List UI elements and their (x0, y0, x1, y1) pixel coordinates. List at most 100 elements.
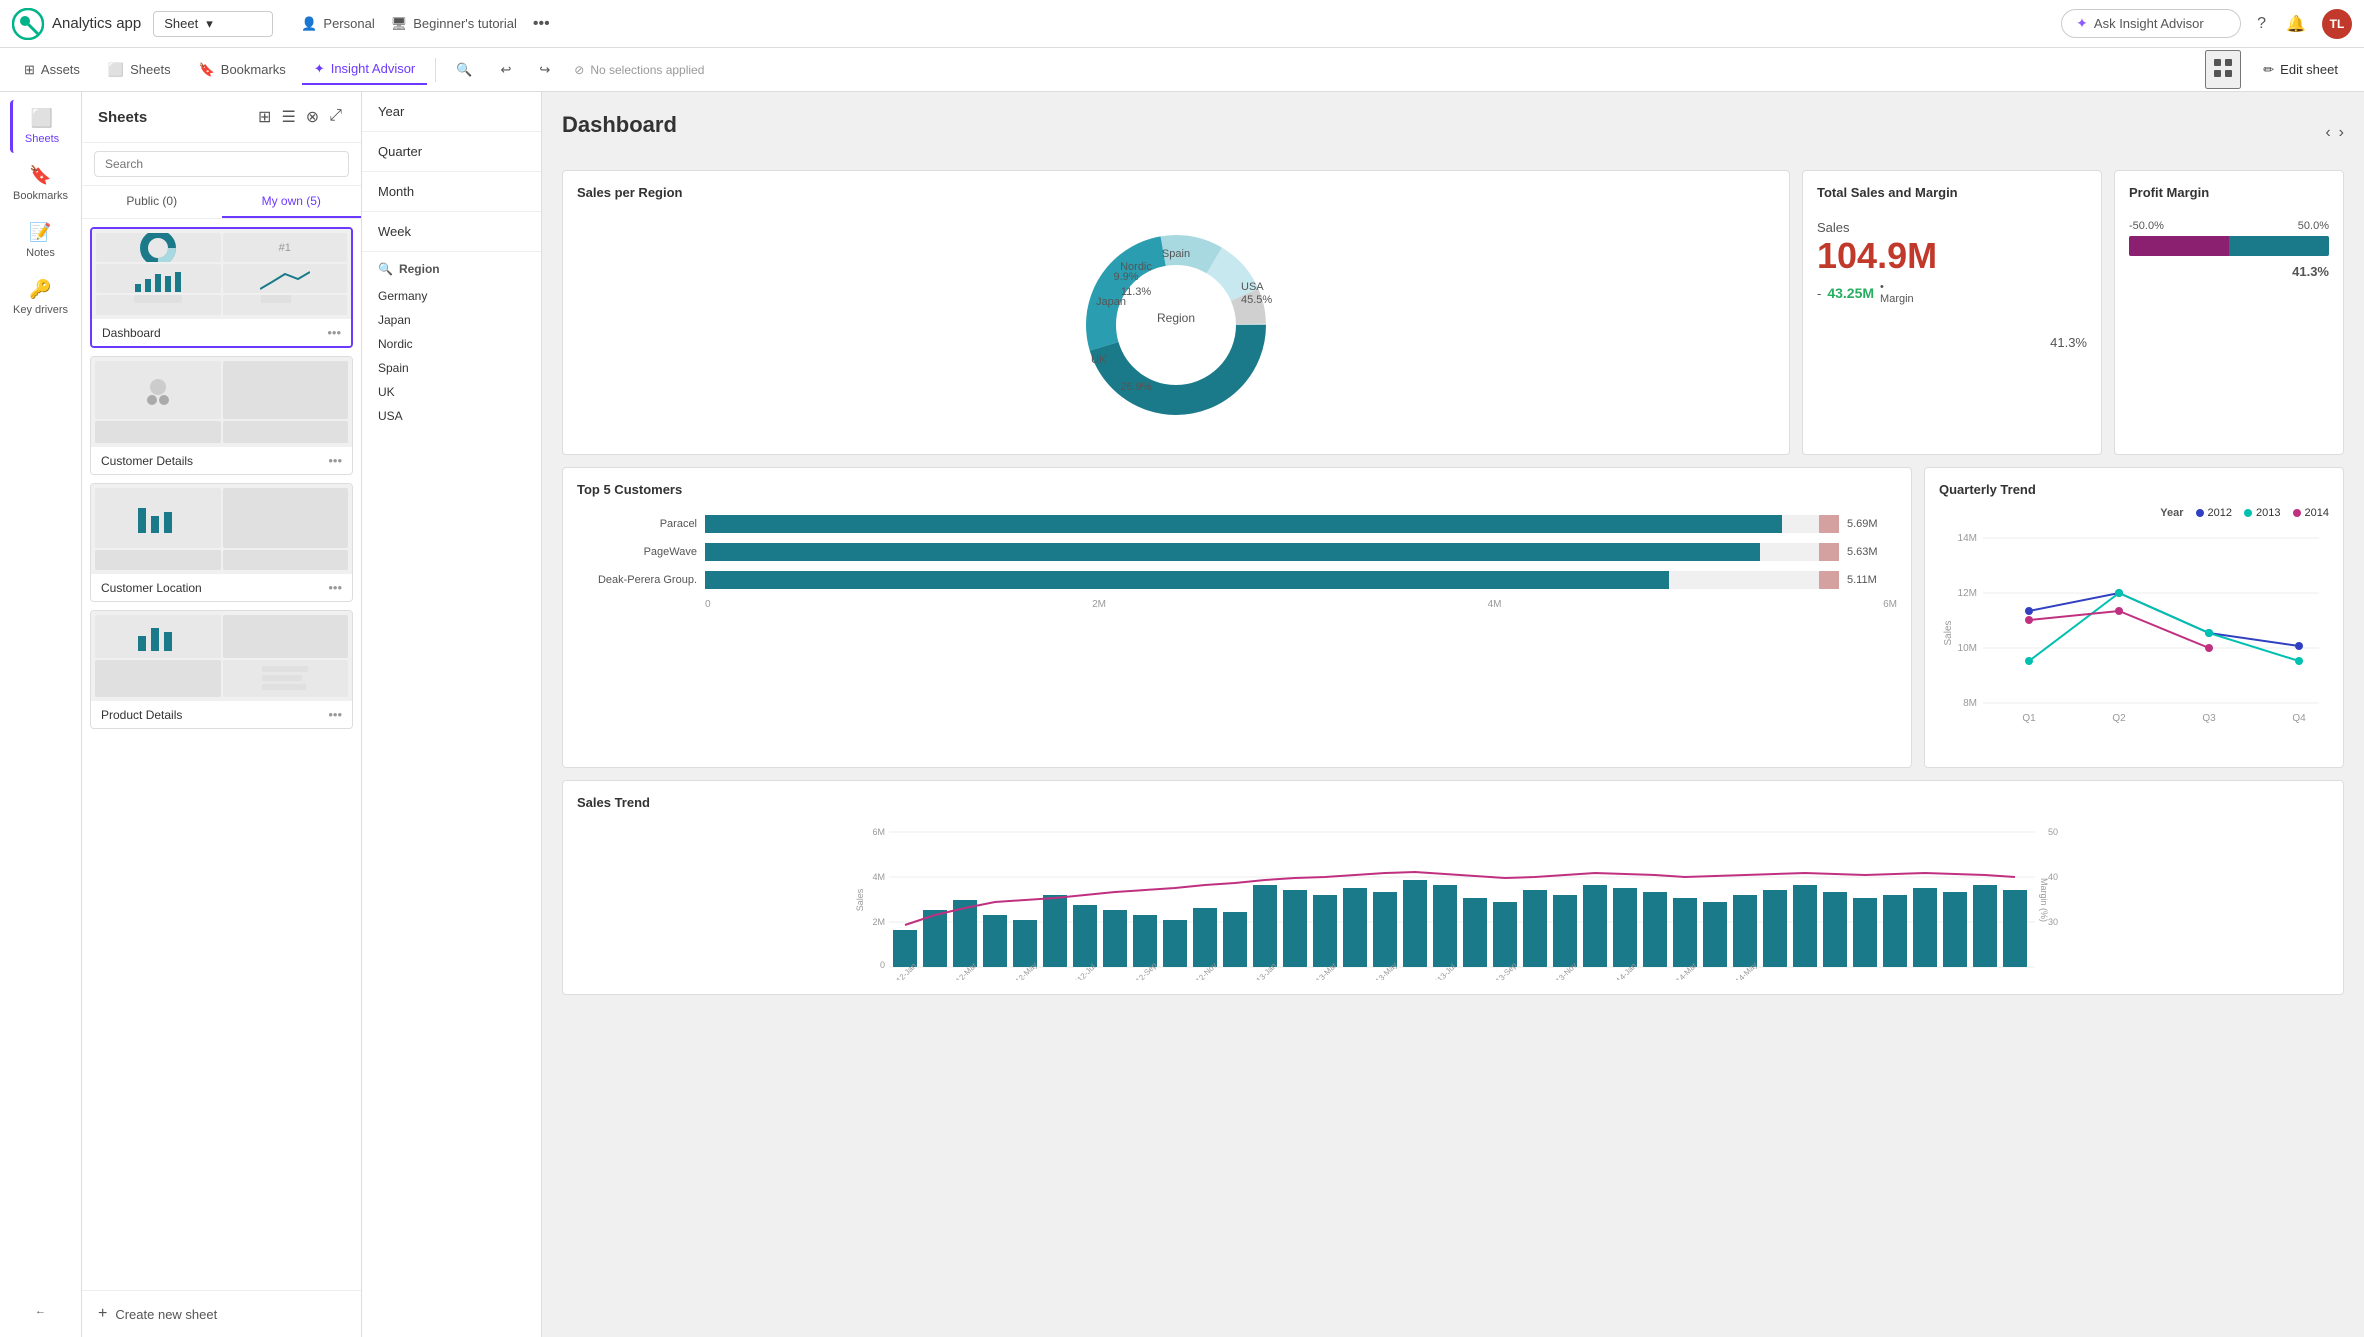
sheet-thumbnail-customer-location (91, 484, 352, 574)
edit-sheet-button[interactable]: ✏ Edit sheet (2249, 56, 2352, 84)
avatar[interactable]: TL (2322, 9, 2352, 39)
sheet-card-footer-cl: Customer Location ••• (91, 574, 352, 601)
sheet-thumbnail-product-details (91, 611, 352, 701)
sales-value: 104.9M (1817, 235, 2087, 277)
svg-text:10M: 10M (1958, 643, 1977, 654)
smart-search-button[interactable]: 🔍 (444, 56, 484, 84)
more-options-icon[interactable]: ••• (533, 15, 550, 33)
forward-button[interactable]: ↪ (527, 56, 562, 84)
tab-my-own[interactable]: My own (5) (222, 186, 362, 218)
sheet-card-customer-location[interactable]: Customer Location ••• (90, 483, 353, 602)
svg-text:2M: 2M (872, 917, 885, 927)
bar-row-pagewave: PageWave 5.63M (577, 543, 1897, 561)
assets-button[interactable]: ⊞ Assets (12, 56, 92, 84)
filter-uk[interactable]: UK (378, 380, 525, 404)
grid-icon (2213, 58, 2233, 78)
main-layout: ⬜ Sheets 🔖 Bookmarks 📝 Notes 🔑 Key drive… (0, 92, 2364, 1337)
sheet-card-product-details[interactable]: Product Details ••• (90, 610, 353, 729)
filter-month[interactable]: Month (362, 172, 541, 212)
widget-top5-customers: Top 5 Customers Paracel 5.69M PageWave (562, 467, 1912, 768)
content-area: Dashboard ‹ › Sales per Region (542, 92, 2364, 1337)
sheet-more-pd[interactable]: ••• (328, 707, 342, 722)
notification-icon[interactable]: 🔔 (2282, 10, 2310, 38)
mini-cell-cl-3 (95, 550, 221, 570)
filter-usa[interactable]: USA (378, 404, 525, 428)
no-selections-icon: ⊘ (574, 63, 584, 77)
svg-text:Q1: Q1 (2022, 713, 2036, 724)
sheet-more-cd[interactable]: ••• (328, 453, 342, 468)
margin-value-display: 41.3% (2129, 264, 2329, 279)
back-button[interactable]: ↩ (488, 56, 523, 84)
sheet-name-pd: Product Details (101, 708, 182, 722)
prev-page-arrow[interactable]: ‹ (2325, 124, 2330, 142)
sheet-card-footer-dashboard: Dashboard ••• (92, 319, 351, 346)
insight-advisor-button[interactable]: ✦ Insight Advisor (302, 55, 427, 85)
sheet-more-cl[interactable]: ••• (328, 580, 342, 595)
svg-text:Region: Region (1157, 311, 1195, 325)
nav-bookmarks[interactable]: 🔖 Bookmarks (1, 157, 80, 210)
bookmarks-nav-icon: 🔖 (29, 165, 51, 186)
filter-japan[interactable]: Japan (378, 308, 525, 332)
grid-view-button[interactable] (2205, 50, 2241, 89)
filter-spain[interactable]: Spain (378, 356, 525, 380)
filter-week[interactable]: Week (362, 212, 541, 252)
sheet-card-dashboard[interactable]: #1 (90, 227, 353, 348)
nav-key-drivers[interactable]: 🔑 Key drivers (1, 271, 80, 324)
expand-icon[interactable]: ⤢ (326, 104, 345, 130)
ask-insight-advisor-button[interactable]: ✦ Ask Insight Advisor (2061, 9, 2241, 38)
sales-trend-chart: 6M 4M 2M 0 Sales 50 40 30 Margin (%) (577, 820, 2329, 980)
margin-dot: • (1880, 281, 1914, 293)
x-label-6m: 6M (1883, 599, 1897, 610)
forward-icon: ↪ (539, 62, 550, 78)
margin-fill-positive (2229, 236, 2329, 256)
tab-public[interactable]: Public (0) (82, 186, 222, 218)
person-icon: 👤 (301, 16, 317, 32)
help-icon[interactable]: ? (2253, 11, 2270, 37)
sheets-list: #1 (82, 219, 361, 1290)
personal-nav[interactable]: 👤 Personal (301, 16, 375, 32)
sheet-selector[interactable]: Sheet ▾ (153, 11, 273, 37)
bar-x-labels: 0 2M 4M 6M (577, 599, 1897, 610)
filter-icon[interactable]: ⊗ (303, 104, 322, 130)
list-view-icon[interactable]: ☰ (278, 104, 298, 130)
mini-chart-1 (96, 233, 221, 262)
insight-icon: ✦ (314, 61, 325, 77)
mini-cell-pd-3 (95, 660, 221, 698)
quarterly-trend-title: Quarterly Trend (1939, 482, 2329, 497)
mini-chart-2: #1 (223, 233, 348, 262)
sheet-card-customer-details[interactable]: Customer Details ••• (90, 356, 353, 475)
filter-nordic[interactable]: Nordic (378, 332, 525, 356)
filter-year[interactable]: Year (362, 92, 541, 132)
mini-chart-pd-4 (223, 660, 349, 698)
sheet-more-dashboard[interactable]: ••• (327, 325, 341, 340)
search-icon: 🔍 (378, 262, 393, 276)
mini-cell-cd-4 (223, 421, 349, 444)
toolbar: ⊞ Assets ⬜ Sheets 🔖 Bookmarks ✦ Insight … (0, 48, 2364, 92)
legend-2012: 2012 (2196, 507, 2232, 519)
legend-dot-2012 (2196, 509, 2204, 517)
sheets-button[interactable]: ⬜ Sheets (96, 56, 183, 84)
margin-value: 43.25M (1827, 285, 1874, 301)
tutorial-nav[interactable]: 🖥 Beginner's tutorial (391, 16, 517, 32)
filter-germany[interactable]: Germany (378, 284, 525, 308)
svg-text:9.9%: 9.9% (1113, 271, 1138, 283)
nav-collapse[interactable]: ← (23, 1297, 58, 1325)
sheets-search-input[interactable] (94, 151, 349, 177)
no-selections-indicator: ⊘ No selections applied (574, 63, 704, 77)
create-sheet-button[interactable]: + Create new sheet (82, 1290, 361, 1337)
mini-cell-pd-2 (223, 615, 349, 658)
grid-view-icon[interactable]: ⊞ (255, 104, 274, 130)
sheets-icon: ⬜ (108, 62, 124, 78)
nav-sheets[interactable]: ⬜ Sheets (10, 100, 71, 153)
filter-quarter[interactable]: Quarter (362, 132, 541, 172)
bar-value-pagewave: 5.63M (1847, 546, 1897, 558)
next-page-arrow[interactable]: › (2339, 124, 2344, 142)
bookmarks-button[interactable]: 🔖 Bookmarks (187, 56, 298, 84)
sheet-card-footer-cd: Customer Details ••• (91, 447, 352, 474)
x-label-0: 0 (705, 599, 711, 610)
svg-text:UK: UK (1091, 354, 1107, 366)
margin-percent: 41.3% (1817, 335, 2087, 350)
nav-notes[interactable]: 📝 Notes (14, 214, 67, 267)
top5-title: Top 5 Customers (577, 482, 1897, 497)
left-navigation: ⬜ Sheets 🔖 Bookmarks 📝 Notes 🔑 Key drive… (0, 92, 82, 1337)
